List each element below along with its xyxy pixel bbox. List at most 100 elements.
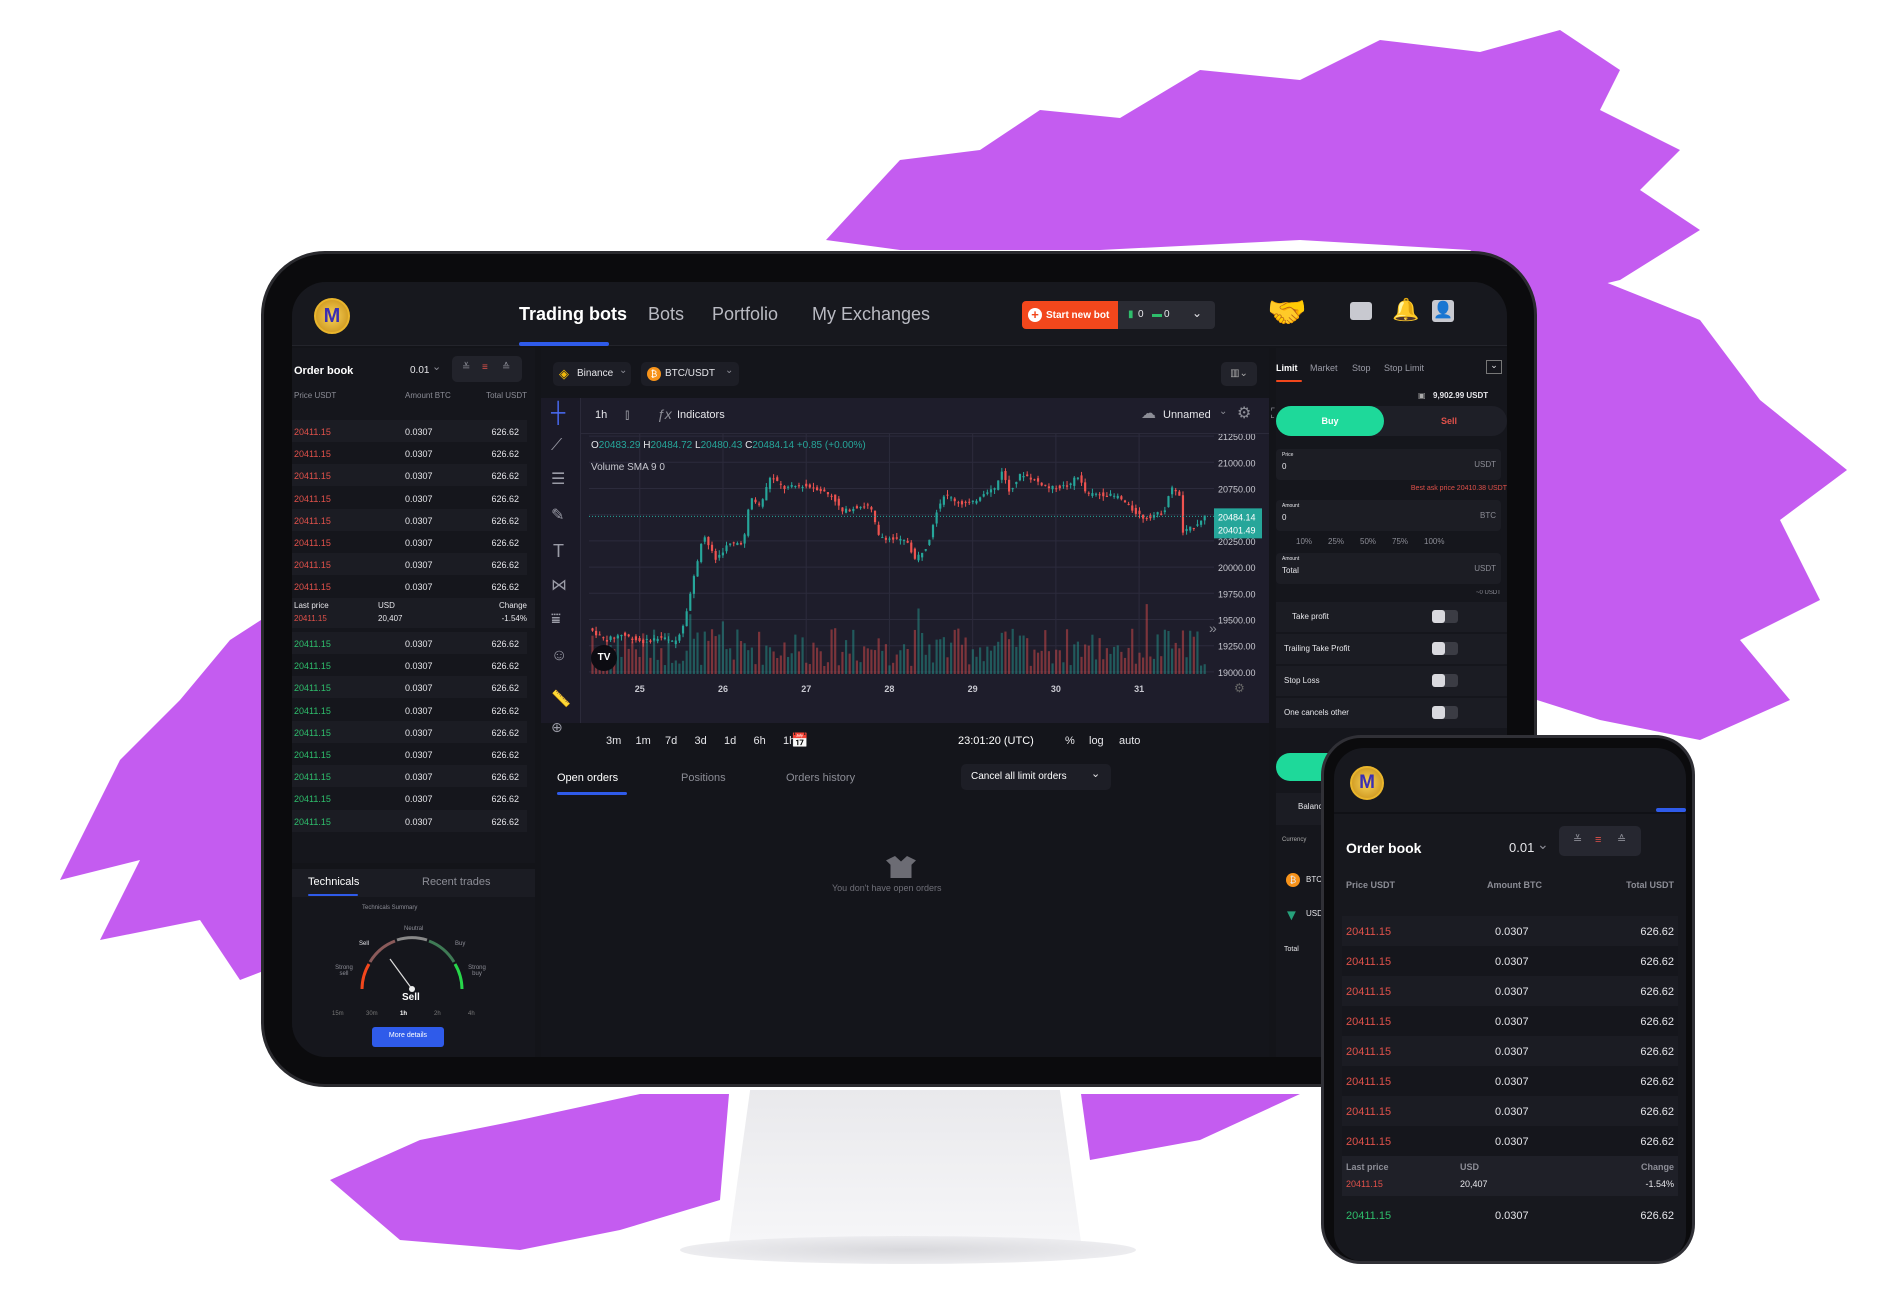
order-row[interactable]: 20411.15 0.0307 626.62	[292, 420, 527, 442]
tab-orders-history[interactable]: Orders history	[786, 773, 855, 784]
text-tool-icon[interactable]: T	[553, 542, 564, 560]
percent-75%[interactable]: 75%	[1392, 538, 1408, 546]
both-view-icon[interactable]: ≡	[1595, 835, 1601, 846]
fib-lines-icon[interactable]: ☰	[551, 472, 565, 488]
order-row[interactable]: 20411.15 0.0307 626.62	[292, 553, 527, 576]
wallet-icon[interactable]	[1350, 302, 1372, 320]
option-toggle[interactable]	[1432, 674, 1458, 687]
mobile-step-select[interactable]: 0.01	[1509, 841, 1534, 854]
candle-type-icon[interactable]: ⫾	[625, 407, 629, 421]
asks-view-icon[interactable]: ≚	[1573, 835, 1582, 846]
layout-name-button[interactable]: Unnamed	[1163, 410, 1211, 421]
option-toggle[interactable]	[1432, 706, 1458, 719]
range-1m[interactable]: 1m	[636, 736, 651, 747]
order-row[interactable]: 20411.15 0.0307 626.62	[292, 787, 527, 810]
handshake-icon[interactable]: 🤝	[1267, 296, 1307, 328]
scroll-to-latest-icon[interactable]: »	[1209, 621, 1217, 635]
tab-technicals[interactable]: Technicals	[308, 877, 359, 888]
tab-open-orders[interactable]: Open orders	[557, 773, 618, 784]
buy-button[interactable]: Buy	[1276, 406, 1384, 436]
zoom-in-icon[interactable]: ⊕	[551, 720, 563, 734]
order-row[interactable]: 20411.15 0.0307 626.62	[292, 654, 527, 677]
range-3m[interactable]: 3m	[606, 736, 621, 747]
range-3d[interactable]: 3d	[695, 736, 707, 747]
order-row[interactable]: 20411.15 0.0307 626.62	[1342, 1036, 1678, 1066]
mobile-bid-row[interactable]: 20411.15 0.0307 626.62	[1342, 1200, 1678, 1230]
more-details-button[interactable]: More details	[372, 1027, 444, 1047]
timeframe-30m[interactable]: 30m	[366, 1011, 378, 1017]
order-row[interactable]: 20411.15 0.0307 626.62	[292, 698, 527, 721]
tab-recent-trades[interactable]: Recent trades	[422, 877, 490, 888]
order-row[interactable]: 20411.15 0.0307 626.62	[292, 632, 527, 654]
order-row[interactable]: 20411.15 0.0307 626.62	[1342, 1066, 1678, 1096]
timeframe-4h[interactable]: 4h	[468, 1011, 475, 1017]
emoji-icon[interactable]: ☺	[551, 648, 567, 664]
nav-trading-bots[interactable]: Trading bots	[519, 305, 627, 323]
view-toggle-group[interactable]: ≚ ≡ ≙	[452, 356, 522, 382]
date-range-calendar-icon[interactable]: 📅	[791, 733, 808, 747]
percent-100%[interactable]: 100%	[1424, 538, 1444, 546]
bell-icon[interactable]: 🔔	[1392, 299, 1419, 321]
timeframe-2h[interactable]: 2h	[434, 1011, 441, 1017]
pair-select[interactable]: ₿ BTC/USDT ⌄	[641, 362, 739, 386]
brush-icon[interactable]: ✎	[551, 508, 564, 524]
order-type-tab[interactable]: Limit	[1276, 364, 1298, 373]
utc-clock[interactable]: 23:01:20 (UTC)	[958, 736, 1034, 747]
indicators-button[interactable]: Indicators	[677, 410, 725, 421]
range-1d[interactable]: 1d	[724, 736, 736, 747]
order-row[interactable]: 20411.15 0.0307 626.62	[1342, 976, 1678, 1006]
order-row[interactable]: 20411.15 0.0307 626.62	[1342, 916, 1678, 946]
order-row[interactable]: 20411.15 0.0307 626.62	[292, 531, 527, 553]
ruler-icon[interactable]: 📏	[551, 692, 571, 708]
sell-button[interactable]: Sell	[1391, 406, 1507, 436]
order-row[interactable]: 20411.15 0.0307 626.62	[1342, 1096, 1678, 1126]
order-row[interactable]: 20411.15 0.0307 626.62	[292, 442, 527, 465]
crosshair-icon[interactable]: ┼	[551, 403, 565, 423]
m-coin-logo[interactable]: M	[1350, 766, 1384, 800]
amount-input[interactable]: Amount 0 BTC	[1276, 500, 1501, 531]
order-row[interactable]: 20411.15 0.0307 626.62	[292, 809, 527, 832]
tab-positions[interactable]: Positions	[681, 773, 726, 784]
cancel-all-limit-orders-dropdown[interactable]: Cancel all limit orders ⌄	[961, 764, 1111, 790]
price-chart-svg[interactable]: 21250.0021000.0020750.0020500.0020250.00…	[581, 434, 1269, 723]
exchange-select[interactable]: ◈ Binance ⌄	[553, 362, 631, 386]
order-type-tab[interactable]: Stop Limit	[1384, 364, 1424, 373]
asks-view-icon[interactable]: ≚	[462, 363, 470, 373]
order-row[interactable]: 20411.15 0.0307 626.62	[292, 676, 527, 699]
order-row[interactable]: 20411.15 0.0307 626.62	[292, 508, 527, 531]
m-coin-logo[interactable]: M	[314, 298, 350, 334]
percent-25%[interactable]: 25%	[1328, 538, 1344, 546]
order-row[interactable]: 20411.15 0.0307 626.62	[292, 743, 527, 765]
user-icon[interactable]: 👤	[1432, 300, 1454, 322]
order-row[interactable]: 20411.15 0.0307 626.62	[292, 464, 527, 487]
interval-button[interactable]: 1h	[595, 410, 607, 421]
bids-view-icon[interactable]: ≙	[1617, 835, 1626, 846]
percent-10%[interactable]: 10%	[1296, 538, 1312, 546]
nav-my-exchanges[interactable]: My Exchanges	[812, 305, 930, 323]
order-type-tab[interactable]: Stop	[1352, 364, 1371, 373]
range-6h[interactable]: 6h	[754, 736, 766, 747]
range-7d[interactable]: 7d	[665, 736, 677, 747]
collapse-chevron-icon[interactable]: ⌄	[1486, 360, 1502, 374]
axis-settings-icon[interactable]: ⚙	[1234, 681, 1245, 695]
total-input[interactable]: Amount Total USDT	[1276, 553, 1501, 584]
bids-view-icon[interactable]: ≙	[502, 363, 510, 373]
prediction-tool-icon[interactable]: ⩸	[551, 612, 561, 628]
nav-portfolio[interactable]: Portfolio	[712, 305, 778, 323]
auto-scale-toggle[interactable]: auto	[1119, 736, 1140, 747]
order-row[interactable]: 20411.15 0.0307 626.62	[292, 765, 527, 788]
price-input[interactable]: Price 0 USDT	[1276, 449, 1501, 480]
trend-line-icon[interactable]: ⟋	[551, 438, 562, 454]
settings-gear-icon[interactable]: ⚙	[1237, 406, 1251, 422]
order-row[interactable]: 20411.15 0.0307 626.62	[1342, 1126, 1678, 1156]
timeframe-1h[interactable]: 1h	[400, 1011, 407, 1017]
both-view-icon[interactable]: ≡	[482, 363, 488, 373]
order-row[interactable]: 20411.15 0.0307 626.62	[292, 720, 527, 743]
order-type-tab[interactable]: Market	[1310, 364, 1338, 373]
pattern-tool-icon[interactable]: ⋈	[551, 578, 567, 594]
percent-50%[interactable]: 50%	[1360, 538, 1376, 546]
timeframe-15m[interactable]: 15m	[332, 1011, 344, 1017]
percent-scale-toggle[interactable]: %	[1065, 736, 1075, 747]
step-select[interactable]: 0.01	[410, 366, 429, 376]
option-toggle[interactable]	[1432, 642, 1458, 655]
